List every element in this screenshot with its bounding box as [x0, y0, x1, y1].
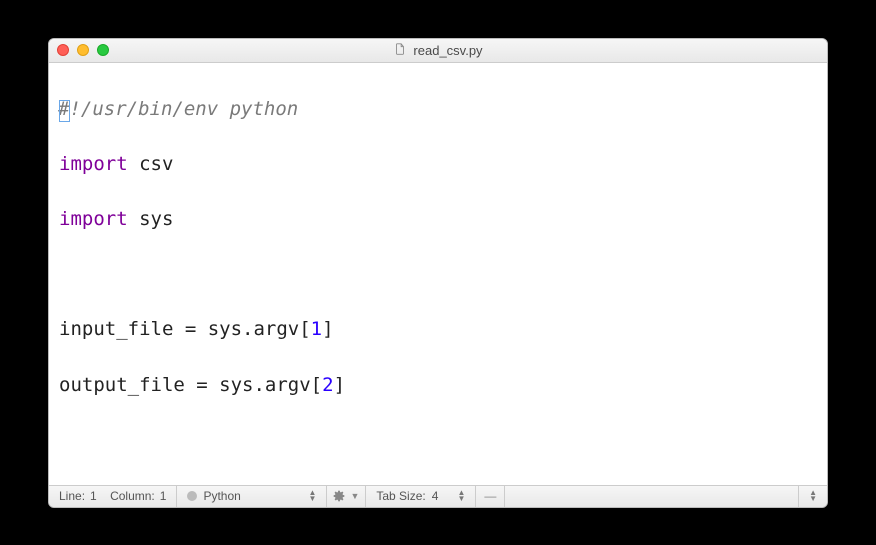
- window-title: read_csv.py: [49, 42, 827, 59]
- code-text: ]: [322, 318, 333, 340]
- line-value: 1: [90, 489, 97, 503]
- window-title-text: read_csv.py: [413, 43, 482, 58]
- minimize-button[interactable]: [77, 44, 89, 56]
- syntax-name: Python: [203, 489, 240, 503]
- titlebar[interactable]: read_csv.py: [49, 39, 827, 63]
- column-label: Column:: [110, 489, 155, 503]
- file-icon: [393, 42, 407, 59]
- code-text: sys: [128, 208, 174, 230]
- stepper-icon: ▲▼: [457, 490, 465, 502]
- collapse-button[interactable]: —: [476, 486, 505, 507]
- stepper-icon: ▲▼: [809, 490, 817, 502]
- text-cursor: [59, 100, 70, 122]
- code-text: csv: [128, 153, 174, 175]
- stepper-icon: ▲▼: [309, 490, 317, 502]
- syntax-selector[interactable]: Python ▲▼: [177, 486, 327, 507]
- code-number: 2: [322, 374, 333, 396]
- editor-window: read_csv.py #!/usr/bin/env python import…: [48, 38, 828, 508]
- settings-button[interactable]: ▼: [327, 486, 366, 507]
- status-bar: Line: 1 Column: 1 Python ▲▼ ▼ Tab Size:: [49, 485, 827, 507]
- code-shebang: #!/usr/bin/env python: [58, 98, 298, 120]
- tab-size-value: 4: [432, 489, 439, 503]
- chevron-down-icon: ▼: [350, 491, 359, 501]
- code-text: input_file = sys.argv[: [59, 318, 311, 340]
- tab-size-selector[interactable]: Tab Size: 4 ▲▼: [366, 486, 476, 507]
- right-stepper[interactable]: ▲▼: [798, 486, 827, 507]
- column-value: 1: [160, 489, 167, 503]
- line-label: Line:: [59, 489, 85, 503]
- code-editor[interactable]: #!/usr/bin/env python import csv import …: [49, 63, 827, 485]
- code-number: 1: [311, 318, 322, 340]
- traffic-lights: [57, 44, 109, 56]
- code-keyword: import: [59, 153, 128, 175]
- syntax-icon: [187, 491, 197, 501]
- gear-icon: [333, 490, 345, 502]
- cursor-position[interactable]: Line: 1 Column: 1: [49, 486, 177, 507]
- tab-size-label: Tab Size:: [376, 489, 425, 503]
- code-text: ]: [334, 374, 345, 396]
- maximize-button[interactable]: [97, 44, 109, 56]
- minus-icon: —: [484, 489, 496, 503]
- close-button[interactable]: [57, 44, 69, 56]
- code-keyword: import: [59, 208, 128, 230]
- code-text: output_file = sys.argv[: [59, 374, 322, 396]
